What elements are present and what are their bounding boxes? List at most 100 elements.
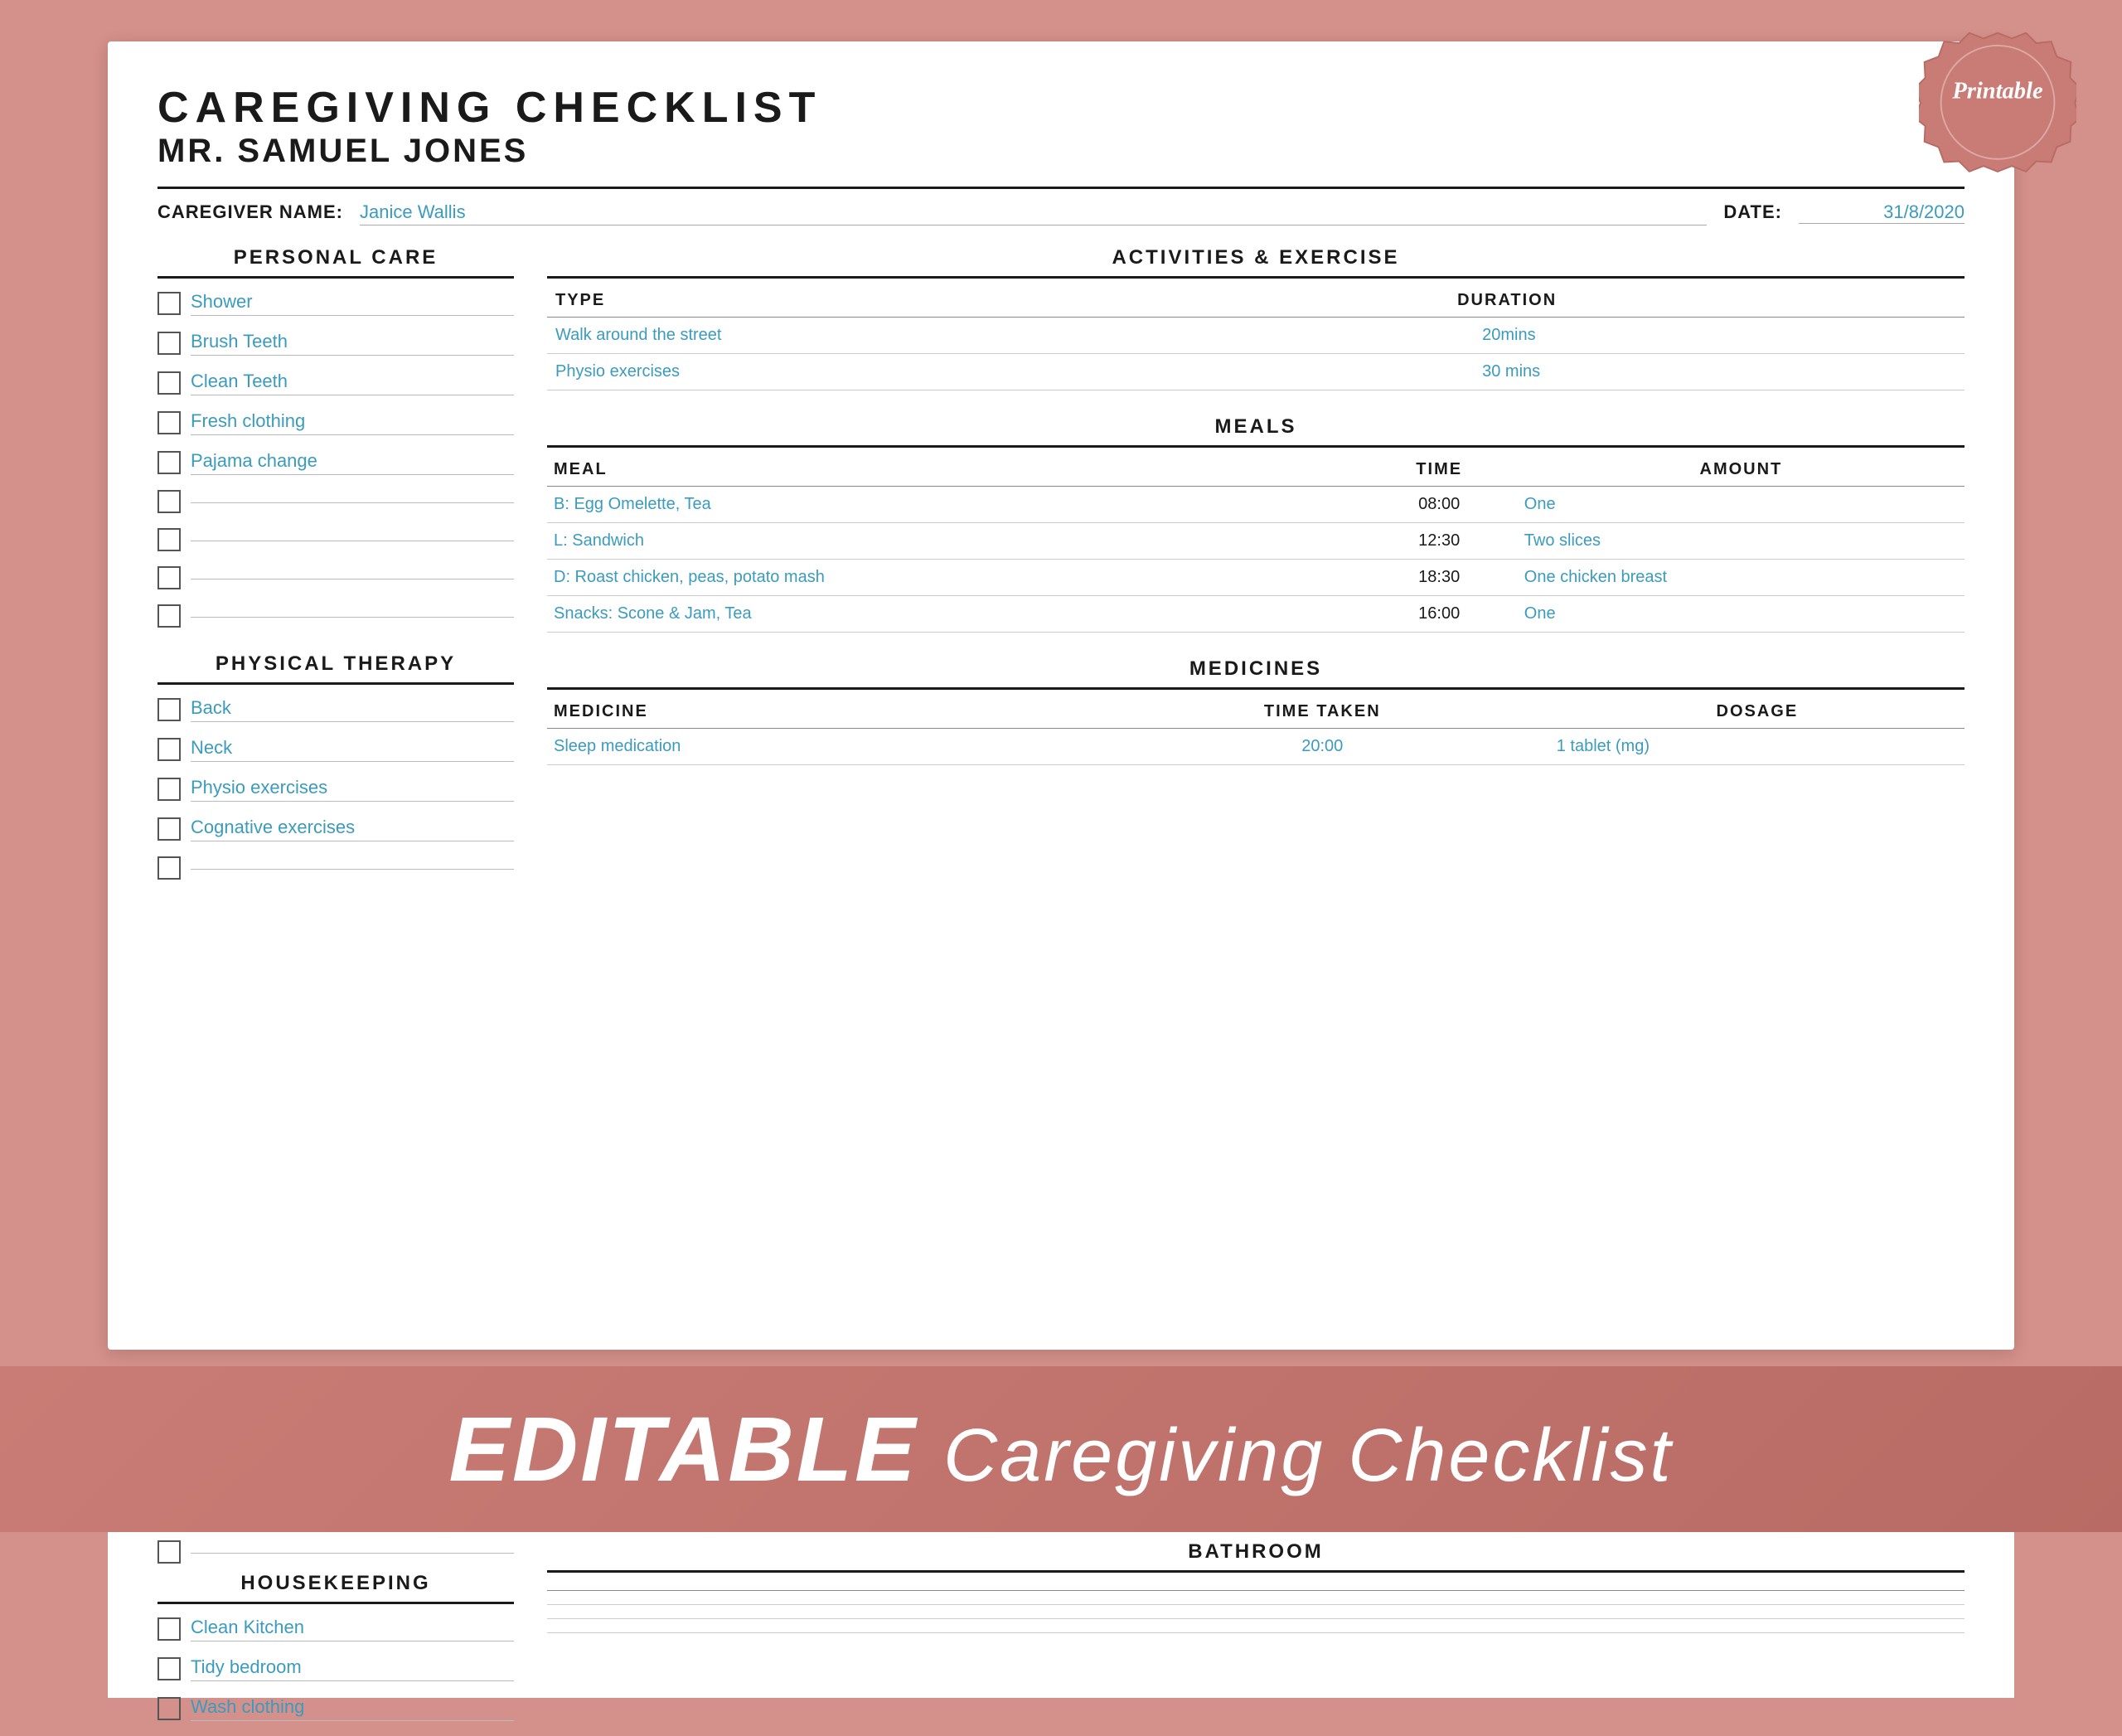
activity-type: Physio exercises xyxy=(547,354,1457,390)
checkbox[interactable] xyxy=(157,528,181,551)
banner-text: EDITABLE Caregiving Checklist xyxy=(449,1397,1674,1502)
list-item xyxy=(157,566,514,589)
table-row: Physio exercises 30 mins xyxy=(547,354,1965,390)
caregiver-value: Janice Wallis xyxy=(360,201,1707,225)
checkbox[interactable] xyxy=(157,490,181,513)
checklist-text: Cognative exercises xyxy=(191,817,514,841)
meal-name: Snacks: Scone & Jam, Tea xyxy=(547,596,1361,633)
meal-amount: One xyxy=(1518,596,1965,633)
checklist-text: Fresh clothing xyxy=(191,410,514,435)
personal-care-section: PERSONAL CARE Shower Brush Teeth Clean T… xyxy=(157,246,514,628)
checkbox[interactable] xyxy=(157,817,181,841)
table-row xyxy=(547,1591,1965,1605)
checklist-text: Clean Teeth xyxy=(191,371,514,395)
list-item: Fresh clothing xyxy=(157,410,514,435)
personal-care-title: PERSONAL CARE xyxy=(157,246,514,269)
left-column: PERSONAL CARE Shower Brush Teeth Clean T… xyxy=(157,246,514,895)
bathroom-cell xyxy=(547,1619,1020,1633)
doc-subtitle: MR. SAMUEL JONES xyxy=(157,133,1965,170)
meal-amount: One chicken breast xyxy=(1518,560,1965,596)
checkbox[interactable] xyxy=(157,1697,181,1720)
list-item: Clean Kitchen xyxy=(157,1617,514,1641)
list-item: Physio exercises xyxy=(157,777,514,802)
list-item xyxy=(157,1540,514,1564)
col-dosage: DOSAGE xyxy=(1550,702,1965,729)
activities-title: ACTIVITIES & EXERCISE xyxy=(547,246,1965,269)
meal-name: B: Egg Omelette, Tea xyxy=(547,487,1361,523)
bathroom-cell xyxy=(1020,1591,1492,1605)
col-medicine: MEDICINE xyxy=(547,702,1095,729)
bathroom-cell xyxy=(1492,1619,1965,1633)
col-type: TYPE xyxy=(547,291,1457,318)
table-row xyxy=(547,1605,1965,1619)
checklist-text: Brush Teeth xyxy=(191,331,514,356)
list-item: Clean Teeth xyxy=(157,371,514,395)
list-item xyxy=(157,490,514,513)
checkbox[interactable] xyxy=(157,778,181,801)
checkbox[interactable] xyxy=(157,371,181,395)
checkbox[interactable] xyxy=(157,738,181,761)
meal-name: D: Roast chicken, peas, potato mash xyxy=(547,560,1361,596)
checkbox[interactable] xyxy=(157,1617,181,1641)
checkbox[interactable] xyxy=(157,604,181,628)
meals-divider xyxy=(547,445,1965,448)
checkbox[interactable] xyxy=(157,332,181,355)
housekeeping-section: HOUSEKEEPING Clean Kitchen Tidy bedroom … xyxy=(157,1540,514,1736)
meals-title: MEALS xyxy=(547,415,1965,439)
blank-line xyxy=(191,576,514,579)
editable-banner: EDITABLE Caregiving Checklist xyxy=(0,1366,2122,1532)
bathroom-cell xyxy=(547,1591,1020,1605)
caregiver-row: CAREGIVER NAME: Janice Wallis DATE: 31/8… xyxy=(157,201,1965,225)
checkbox[interactable] xyxy=(157,451,181,474)
table-row: L: Sandwich 12:30 Two slices xyxy=(547,523,1965,560)
checkbox[interactable] xyxy=(157,292,181,315)
list-item: Back xyxy=(157,697,514,722)
date-label: DATE: xyxy=(1723,201,1782,223)
checkbox[interactable] xyxy=(157,698,181,721)
svg-text:Printable: Printable xyxy=(1951,79,2043,104)
bathroom-cell xyxy=(1492,1605,1965,1619)
bathroom-table xyxy=(547,1585,1965,1633)
physical-therapy-divider xyxy=(157,682,514,685)
medicines-title: MEDICINES xyxy=(547,657,1965,681)
meal-time: 08:00 xyxy=(1361,487,1518,523)
meal-amount: One xyxy=(1518,487,1965,523)
medicine-dosage: 1 tablet (mg) xyxy=(1550,729,1965,765)
col-amount: AMOUNT xyxy=(1518,460,1965,487)
activity-duration: 20mins xyxy=(1457,318,1965,354)
table-row: Snacks: Scone & Jam, Tea 16:00 One xyxy=(547,596,1965,633)
activities-table: TYPE DURATION Walk around the street 20m… xyxy=(547,291,1965,390)
banner-rest: Caregiving Checklist xyxy=(943,1414,1673,1497)
caregiver-label: CAREGIVER NAME: xyxy=(157,201,343,223)
housekeeping-divider xyxy=(157,1602,514,1604)
meal-time: 16:00 xyxy=(1361,596,1518,633)
blank-line xyxy=(191,538,514,541)
checklist-text: Neck xyxy=(191,737,514,762)
medicine-name: Sleep medication xyxy=(547,729,1095,765)
checklist-text: Clean Kitchen xyxy=(191,1617,514,1641)
checkbox[interactable] xyxy=(157,856,181,880)
medicine-time: 20:00 xyxy=(1095,729,1550,765)
checkbox[interactable] xyxy=(157,1540,181,1564)
list-item xyxy=(157,604,514,628)
medicines-divider xyxy=(547,687,1965,690)
checklist-text: Back xyxy=(191,697,514,722)
bathroom-divider xyxy=(547,1570,1965,1573)
bathroom-cell xyxy=(1492,1591,1965,1605)
printable-badge: Printable xyxy=(1919,29,2076,187)
checkbox[interactable] xyxy=(157,1657,181,1680)
bottom-columns: HOUSEKEEPING Clean Kitchen Tidy bedroom … xyxy=(157,1540,1965,1681)
meal-name: L: Sandwich xyxy=(547,523,1361,560)
table-row: Walk around the street 20mins xyxy=(547,318,1965,354)
medicines-table: MEDICINE TIME TAKEN DOSAGE Sleep medicat… xyxy=(547,702,1965,765)
activity-duration: 30 mins xyxy=(1457,354,1965,390)
date-value: 31/8/2020 xyxy=(1799,201,1965,224)
list-item xyxy=(157,528,514,551)
blank-line xyxy=(191,866,514,870)
col-time-taken: TIME TAKEN xyxy=(1095,702,1550,729)
blank-line xyxy=(191,614,514,618)
header-divider xyxy=(157,187,1965,189)
physical-therapy-title: PHYSICAL THERAPY xyxy=(157,652,514,676)
checkbox[interactable] xyxy=(157,566,181,589)
checkbox[interactable] xyxy=(157,411,181,434)
